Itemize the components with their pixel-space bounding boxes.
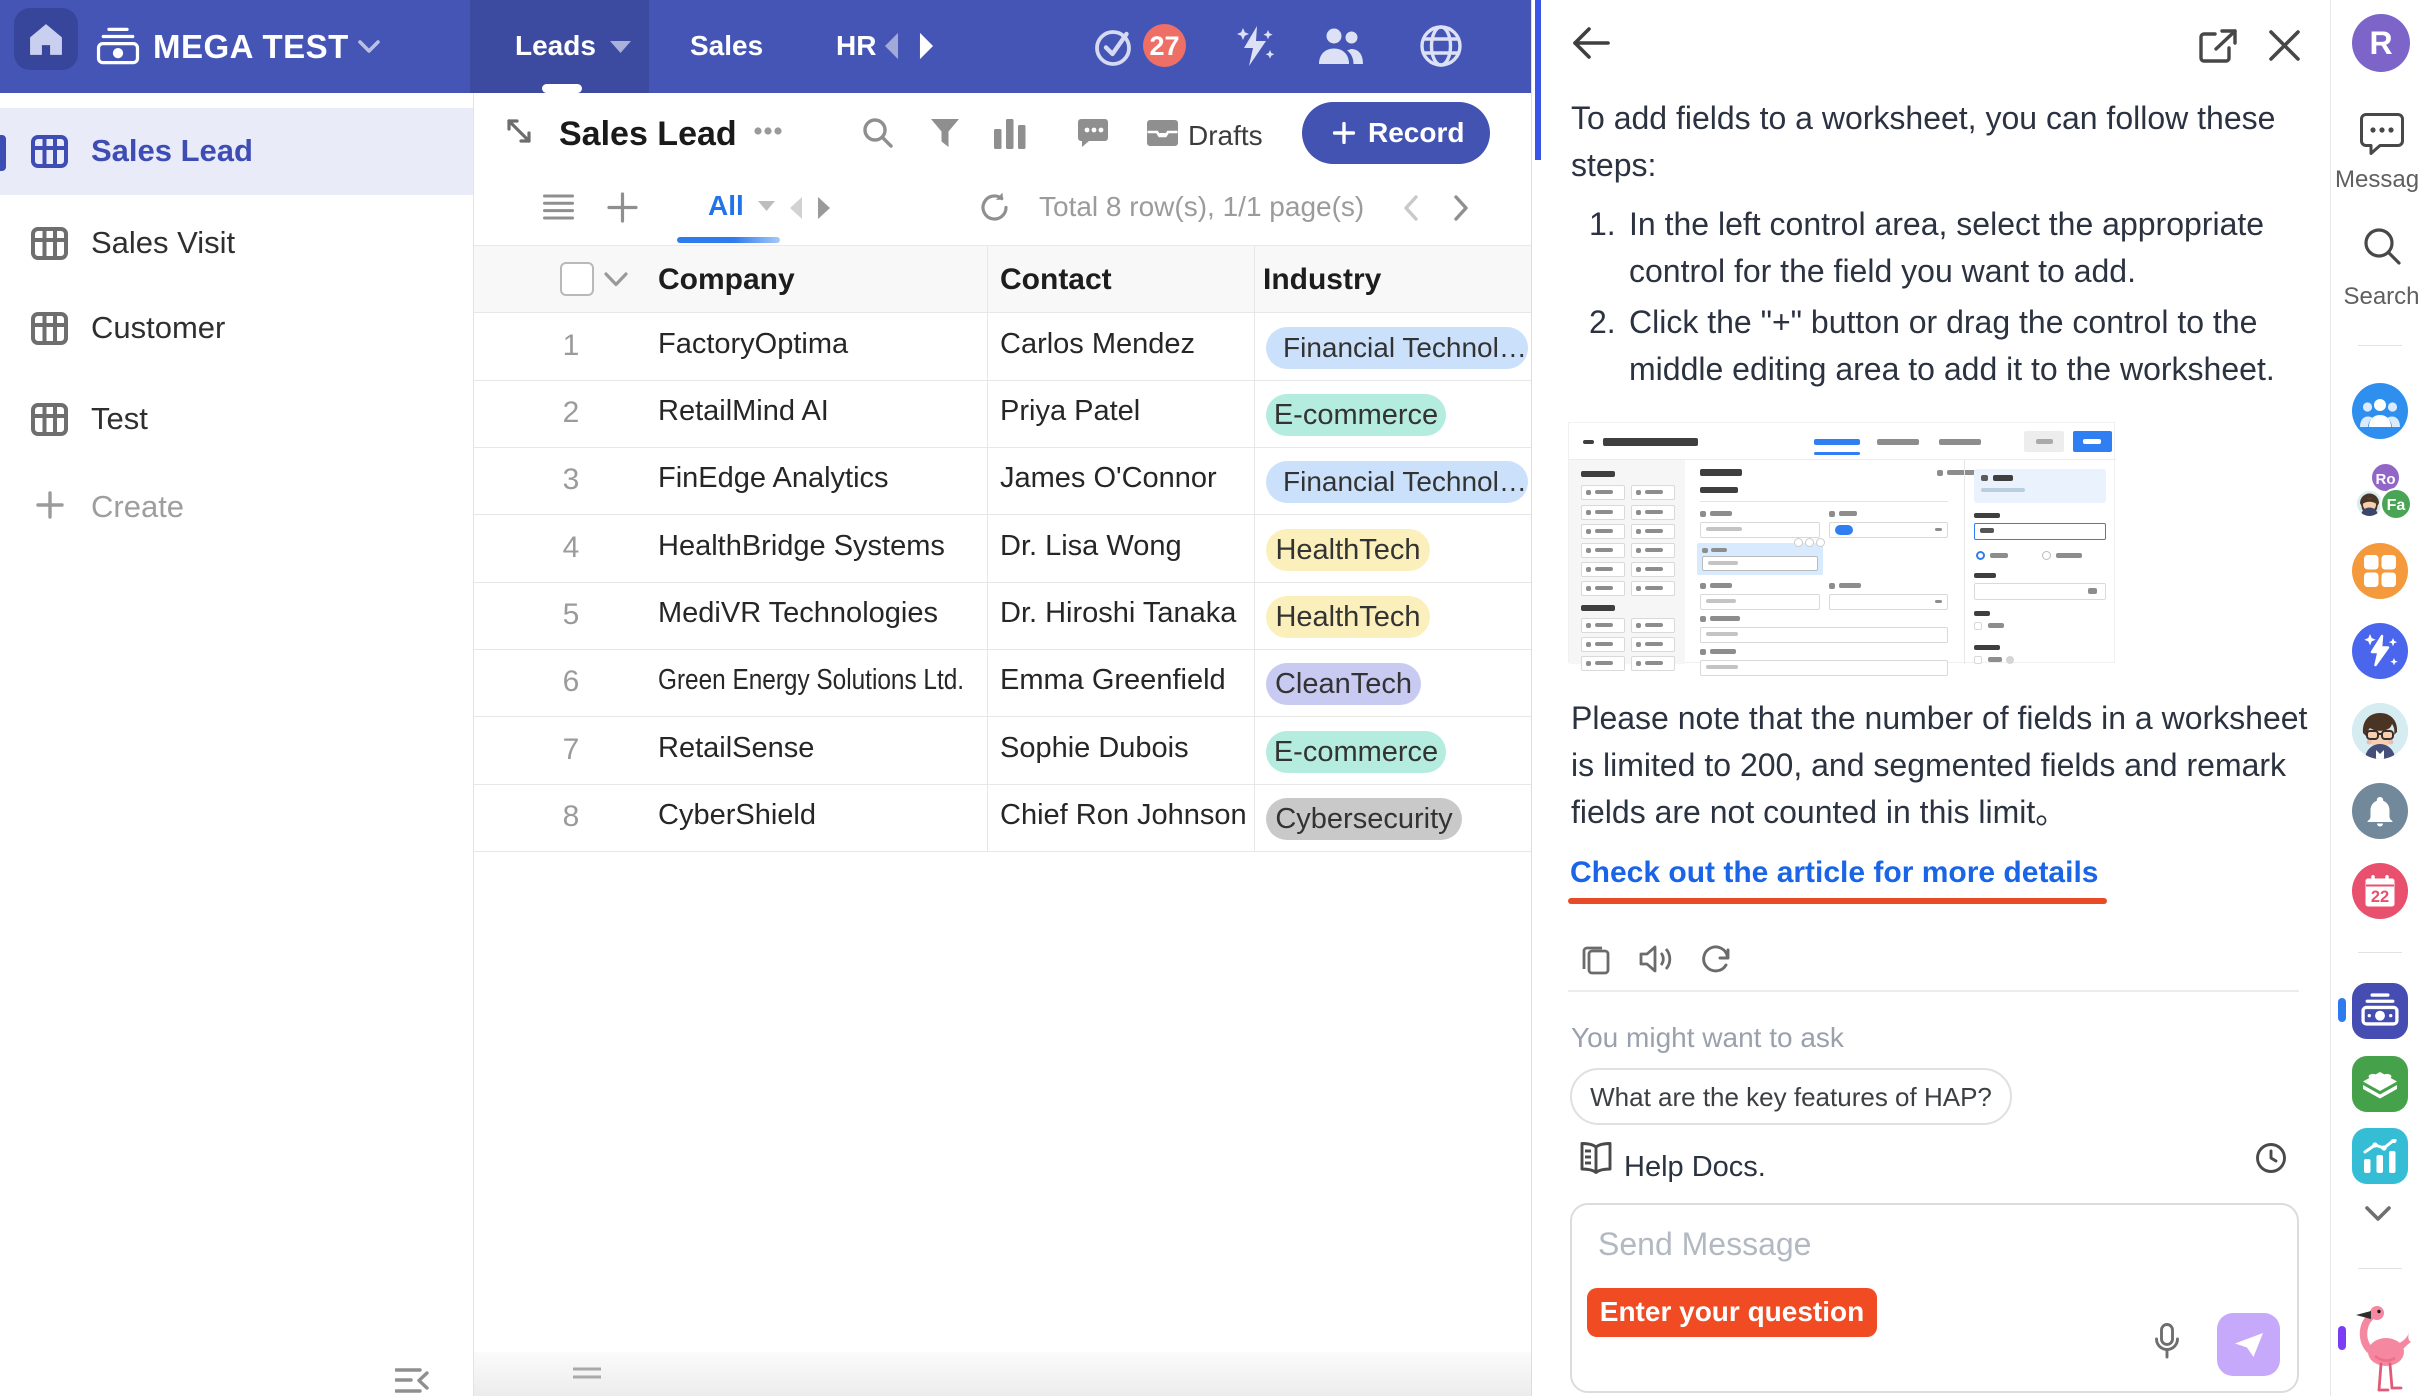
svg-text:22: 22 — [2371, 888, 2389, 906]
